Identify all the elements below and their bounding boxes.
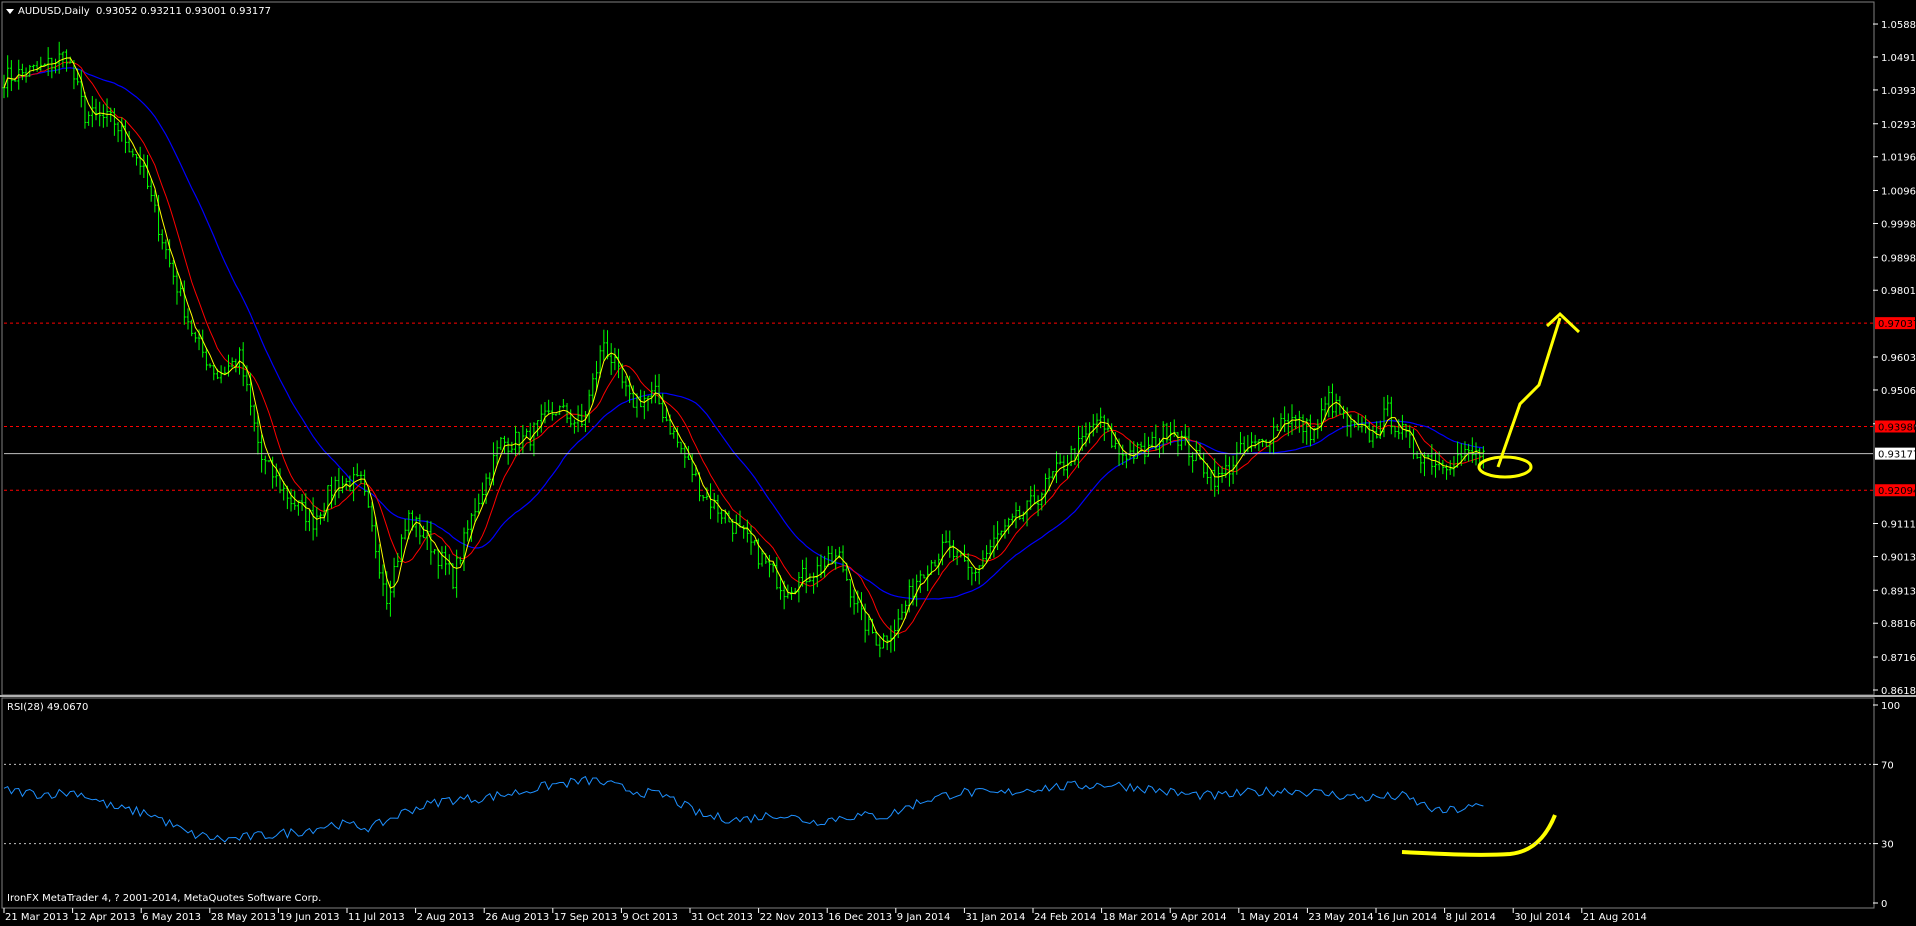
time-tick-label: 1 May 2014 <box>1240 912 1299 923</box>
ma-mid <box>3 61 1484 635</box>
price-tick-label: 0.90135 <box>1881 552 1916 563</box>
time-tick-label: 8 Jul 2014 <box>1446 912 1496 923</box>
ma-fast-line <box>3 57 1484 644</box>
level-tag-label: 0.93980 <box>1878 422 1916 433</box>
time-tick-label: 31 Oct 2013 <box>691 912 753 923</box>
price-tick-label: 0.98010 <box>1881 286 1916 297</box>
time-tick-label: 17 Sep 2013 <box>554 912 617 923</box>
price-tick-label: 1.04910 <box>1881 53 1916 64</box>
main-chart-frame <box>1 1 1875 696</box>
chart-canvas[interactable]: AUDUSD,Daily 0.93052 0.93211 0.93001 0.9… <box>0 0 1916 926</box>
rsi-title: RSI(28) 49.0670 <box>7 702 88 713</box>
price-tick-label: 0.98985 <box>1881 253 1916 264</box>
price-tick-label: 0.95060 <box>1881 386 1916 397</box>
rsi-polyline <box>3 775 1484 843</box>
time-tick-label: 9 Apr 2014 <box>1171 912 1226 923</box>
rsi-axis: 100 70 30 0 <box>1873 701 1900 910</box>
rsi-tick-label: 70 <box>1881 760 1894 771</box>
ma-mid-line <box>3 61 1484 635</box>
time-axis: 21 Mar 2013 12 Apr 2013 6 May 2013 28 May 2… <box>3 908 1647 923</box>
rsi-tick-label: 30 <box>1881 840 1894 851</box>
annotation-arrow-head <box>1545 311 1581 334</box>
time-tick-label: 2 Aug 2013 <box>417 912 475 923</box>
annotation-drawings <box>1401 311 1581 857</box>
annotation-arrow-line <box>1496 317 1562 468</box>
price-tick-label: 1.00960 <box>1881 187 1916 198</box>
price-tick-label: 0.91110 <box>1881 520 1916 531</box>
price-tick-label: 1.01960 <box>1881 153 1916 164</box>
time-tick-label: 26 Aug 2013 <box>485 912 549 923</box>
time-tick-label: 12 Apr 2013 <box>74 912 136 923</box>
price-bars <box>2 41 1485 658</box>
level-tag-label: 0.97037 <box>1878 319 1916 330</box>
ohlc-readout: 0.93052 0.93211 0.93001 0.93177 <box>96 6 271 17</box>
price-tick-label: 1.05885 <box>1881 20 1916 31</box>
rsi-tick-label: 100 <box>1881 701 1900 712</box>
price-tick-label: 0.86185 <box>1881 686 1916 697</box>
chart-title: AUDUSD,Daily <box>18 6 90 17</box>
time-tick-label: 21 Mar 2013 <box>5 912 68 923</box>
time-tick-label: 9 Oct 2013 <box>622 912 677 923</box>
price-tick-label: 0.88160 <box>1881 619 1916 630</box>
time-tick-label: 28 May 2013 <box>211 912 276 923</box>
time-tick-label: 6 May 2013 <box>142 912 201 923</box>
time-tick-label: 22 Nov 2013 <box>760 912 824 923</box>
annotation-rsi-curve <box>1401 814 1557 857</box>
ma-fast <box>3 57 1484 644</box>
time-tick-label: 9 Jan 2014 <box>897 912 951 923</box>
ma-slow-line <box>3 67 1484 600</box>
time-tick-label: 24 Feb 2014 <box>1034 912 1096 923</box>
time-tick-label: 11 Jul 2013 <box>348 912 405 923</box>
time-tick-label: 21 Aug 2014 <box>1583 912 1647 923</box>
time-tick-label: 18 Mar 2014 <box>1103 912 1166 923</box>
chevron-down-icon[interactable] <box>6 9 14 14</box>
footer-copyright: IronFX MetaTrader 4, ? 2001-2014, MetaQu… <box>7 893 321 904</box>
ma-slow <box>3 67 1484 600</box>
price-axis: 1.05885 1.04910 1.03935 1.02935 1.01960 1.009… <box>1873 20 1916 697</box>
price-tick-label: 0.89135 <box>1881 586 1916 597</box>
rsi-panel-frame <box>1 697 1875 909</box>
time-tick-label: 30 Jul 2014 <box>1514 912 1571 923</box>
last-price-line: 0.93177 <box>4 447 1916 461</box>
time-tick-label: 23 May 2014 <box>1308 912 1373 923</box>
price-tick-label: 1.02935 <box>1881 120 1916 131</box>
time-tick-label: 16 Dec 2013 <box>828 912 892 923</box>
time-tick-label: 19 Jun 2013 <box>279 912 339 923</box>
rsi-line <box>3 775 1484 843</box>
level-tag-label: 0.92094 <box>1878 486 1916 497</box>
price-tick-label: 0.99985 <box>1881 219 1916 230</box>
rsi-tick-label: 0 <box>1881 899 1887 910</box>
price-tick-label: 0.96035 <box>1881 353 1916 364</box>
price-tick-label: 1.03935 <box>1881 86 1916 97</box>
level-lines[interactable]: 0.97037 0.93980 0.92094 <box>4 317 1916 497</box>
time-tick-label: 31 Jan 2014 <box>965 912 1025 923</box>
time-tick-label: 16 Jun 2014 <box>1377 912 1437 923</box>
price-tick-label: 0.87160 <box>1881 653 1916 664</box>
last-price-tag: 0.93177 <box>1878 450 1916 461</box>
annotation-ellipse <box>1477 455 1533 479</box>
